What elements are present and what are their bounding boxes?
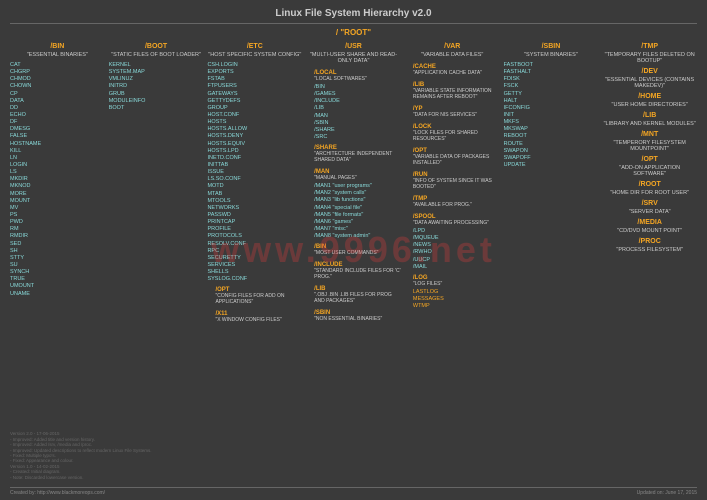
dir-label: /ROOT xyxy=(602,181,697,188)
dir-label: /MNT xyxy=(602,131,697,138)
version-history: Version 2.0 - 17-06-2015- Improved: Adde… xyxy=(10,431,152,480)
dir-desc: "HOST SPECIFIC SYSTEM CONFIG" xyxy=(207,52,302,58)
dir-label: /ETC xyxy=(207,43,302,50)
dir-desc: "ESSENTIAL DEVICES (CONTAINS MAKEDEV)" xyxy=(602,77,697,89)
dir-desc: "SYSTEM BINARIES" xyxy=(504,52,599,58)
dir-desc: "MULTI-USER SHARE AND READ-ONLY DATA" xyxy=(306,52,401,64)
dir-label: /PROC xyxy=(602,238,697,245)
dir-label: /SBIN xyxy=(504,43,599,50)
footer-date: Updated on: June 17, 2015 xyxy=(637,490,697,496)
page-title: Linux File System Hierarchy v2.0 xyxy=(10,8,697,24)
dir-desc: "LIBRARY AND KERNEL MODULES" xyxy=(602,121,697,127)
dir-desc: "HOME DIR FOR ROOT USER" xyxy=(602,190,697,196)
dir-label: /OPT xyxy=(602,156,697,163)
subdir-desc: "STANDARD INCLUDE FILES FOR 'C' PROG." xyxy=(314,268,401,280)
item-list: /LPD/MQUEUE/NEWS/RWHO/UUCP/MAIL xyxy=(413,228,500,271)
dir-label: /USR xyxy=(306,43,401,50)
item-list: KERNELSYSTEM.MAPVMLINUZINITRDGRUBMODULEI… xyxy=(109,62,204,112)
dir-label: /LIB xyxy=(602,112,697,119)
subdir-desc: "DATA AWAITING PROCESSING" xyxy=(413,220,500,226)
log-item-list: LASTLOGMESSAGESWTMP xyxy=(413,289,500,310)
dir-desc: "STATIC FILES OF BOOT LOADER" xyxy=(109,52,204,58)
dir-label: /MEDIA xyxy=(602,219,697,226)
dir-desc: "ESSENTIAL BINARIES" xyxy=(10,52,105,58)
subdir-desc: "LOCAL SOFTWARES" xyxy=(314,76,401,82)
subdir-desc: ".OBJ .BIN .LIB FILES FOR PROG AND PACKA… xyxy=(314,292,401,304)
dir-desc: "CD/DVD MOUNT POINT" xyxy=(602,228,697,234)
item-list: /BIN/GAMES/INCLUDE/LIB/MAN/SBIN/SHARE/SR… xyxy=(314,84,401,141)
dir-desc: "TEMPORARY FILES DELETED ON BOOTUP" xyxy=(602,52,697,64)
subdir-desc: "CONFIG FILES FOR ADD ON APPLICATIONS" xyxy=(215,293,302,305)
subdir-desc: "AVAILABLE FOR PROG." xyxy=(413,202,500,208)
subdir-desc: "INFO OF SYSTEM SINCE IT WAS BOOTED" xyxy=(413,178,500,190)
dir-label: /HOME xyxy=(602,93,697,100)
subdir-desc: "MANUAL PAGES" xyxy=(314,175,401,181)
subdir-desc: "LOCK FILES FOR SHARED RESOURCES" xyxy=(413,130,500,142)
subdir-desc: "LOG FILES" xyxy=(413,281,500,287)
item-list: /MAN1 "user programs"/MAN2 "system calls… xyxy=(314,183,401,240)
subdir-desc: "X WINDOW CONFIG FILES" xyxy=(215,317,302,323)
dir-label: /SRV xyxy=(602,200,697,207)
subdir-desc: "VARIABLE DATA OF PACKAGES INSTALLED" xyxy=(413,154,500,166)
dir-desc: "TEMPERORY FILESYSTEM MOUNTPOINT" xyxy=(602,140,697,152)
dir-desc: "VARIABLE DATA FILES" xyxy=(405,52,500,58)
subdir-desc: "MOST USER COMMANDS" xyxy=(314,250,401,256)
subdir-desc: "ARCHITECTURE INDEPENDENT SHARED DATA" xyxy=(314,151,401,163)
footer-credit: Created by: http://www.blackmoreops.com/ xyxy=(10,490,105,496)
subdir-desc: "NON ESSENTIAL BINARIES" xyxy=(314,316,401,322)
dir-label: /BOOT xyxy=(109,43,204,50)
dir-label: /TMP xyxy=(602,43,697,50)
dir-label: /DEV xyxy=(602,68,697,75)
item-list: CSH.LOGINEXPORTSFSTABFTPUSERSGATEWAYSGET… xyxy=(207,62,302,283)
item-list: CATCHGRPCHMODCHOWNCPDATADDECHODFDMESGFAL… xyxy=(10,62,105,298)
dir-label: /BIN xyxy=(10,43,105,50)
dir-desc: "SERVER DATA" xyxy=(602,209,697,215)
root-label: / "ROOT" xyxy=(10,28,697,37)
item-list: FASTBOOTFASTHALTFDISKFSCKGETTYHALTIFCONF… xyxy=(504,62,599,169)
dir-label: /VAR xyxy=(405,43,500,50)
dir-desc: "PROCESS FILESYSTEM" xyxy=(602,247,697,253)
dir-desc: "ADD-ON APPLICATION SOFTWARE" xyxy=(602,165,697,177)
subdir-desc: "DATA FOR NIS SERVICES" xyxy=(413,112,500,118)
subdir-desc: "VARIABLE STATE INFORMATION REMAINS AFTE… xyxy=(413,88,500,100)
dir-desc: "USER HOME DIRECTORIES" xyxy=(602,102,697,108)
subdir-desc: "APPLICATION CACHE DATA" xyxy=(413,70,500,76)
